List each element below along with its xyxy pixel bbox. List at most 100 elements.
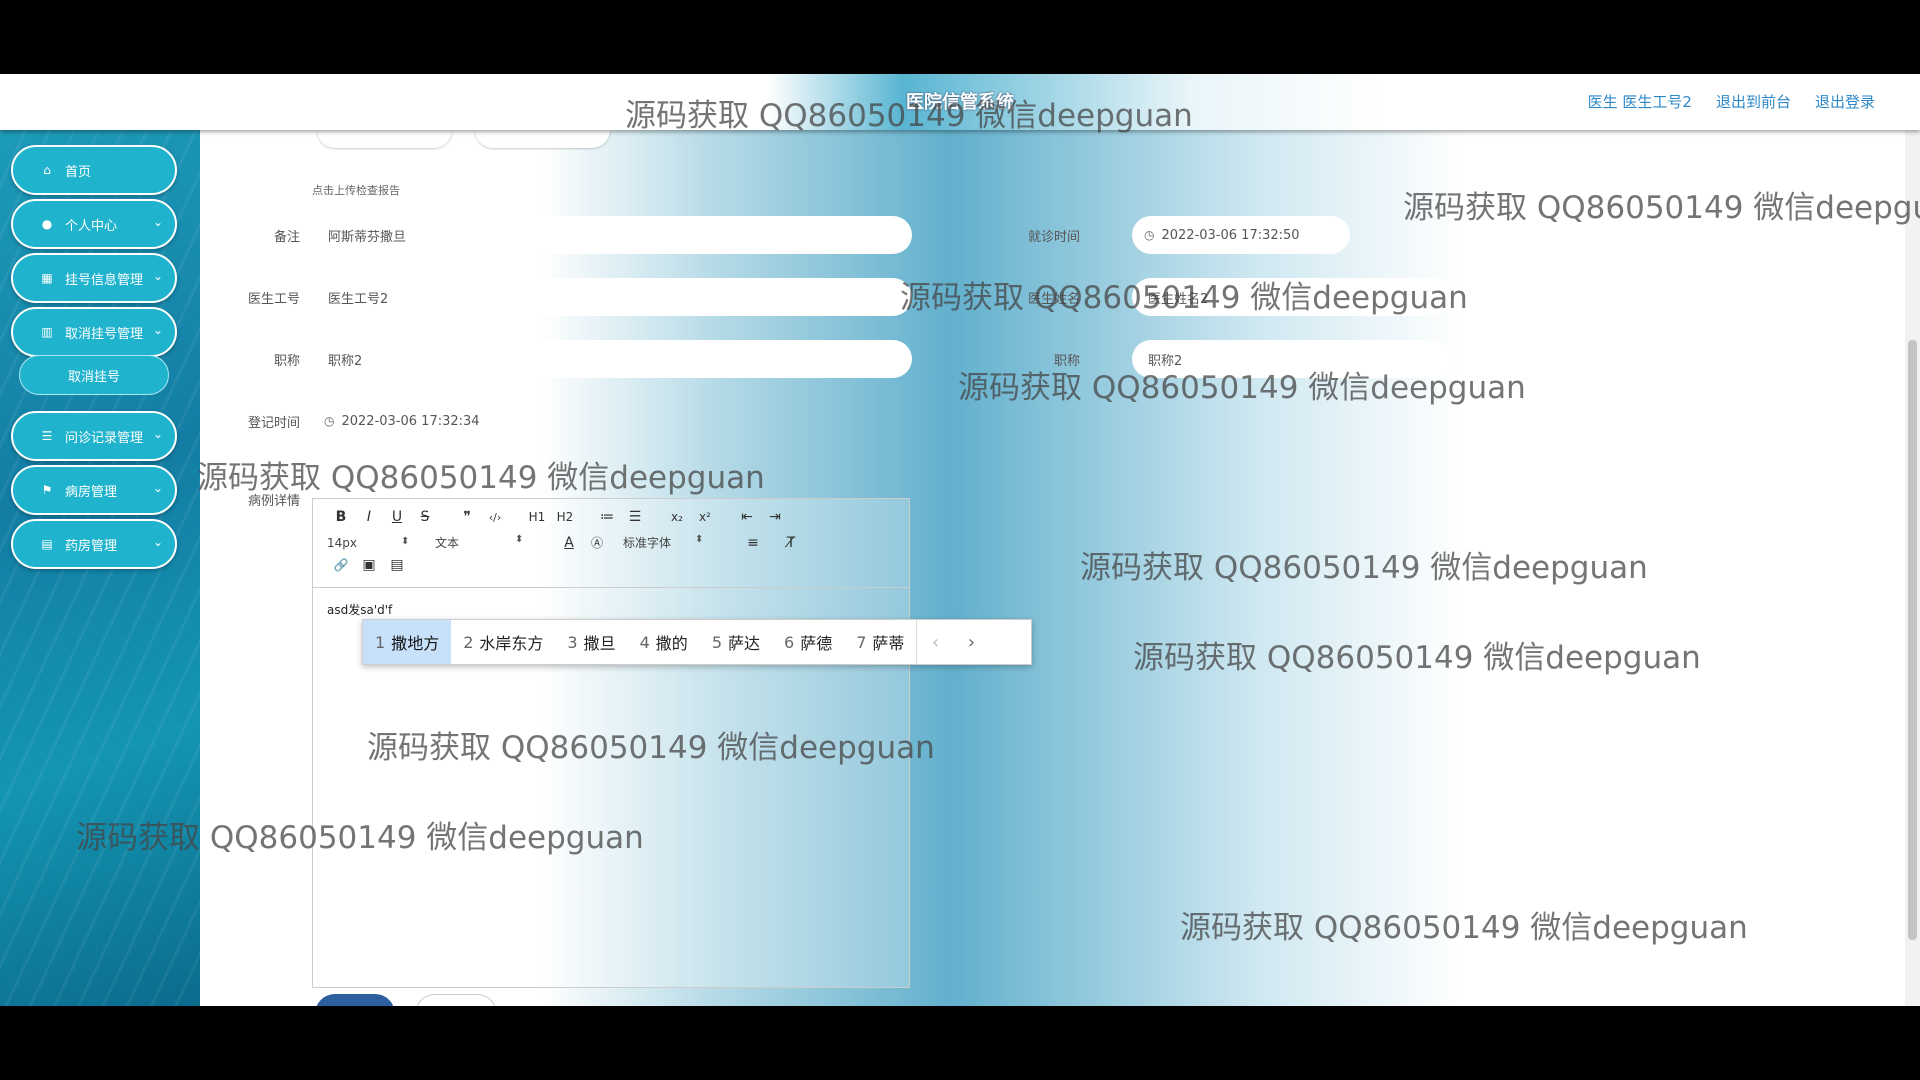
doctor-id-input[interactable]: 医生工号2 [312,278,912,316]
ime-candidate-bar: 1 撒地方 2 水岸东方 3 撒旦 4 撒的 5 萨达 6 萨德 7 萨蒂 ‹ › [362,619,1032,665]
preview-button-edge[interactable] [475,130,610,148]
chevron-down-icon: ⌄ [152,269,163,283]
sidebar-item-profile[interactable]: ● 个人中心 ⌄ [11,199,177,249]
heading1-icon[interactable]: H1 [523,510,551,524]
sidebar-item-label: 病房管理 [65,484,118,500]
title-input[interactable]: 职称2 [312,340,912,378]
page-scrollbar[interactable] [1905,130,1920,1006]
logout-link[interactable]: 退出登录 [1815,91,1875,112]
register-time-value: 2022-03-06 17:32:34 [341,413,480,429]
sidebar-item-home[interactable]: ⌂ 首页 [11,145,177,195]
chevron-down-icon: ⌄ [152,535,163,549]
ordered-list-icon[interactable]: ≔ [593,509,621,525]
visit-time-value: 2022-03-06 17:32:50 [1161,227,1300,243]
ime-candidate[interactable]: 6 萨德 [772,620,844,664]
toolbar-row-3: 🔗 ▣ ▤ [327,557,411,573]
main-content: 点击上传检查报告 备注 阿斯蒂芬撒旦 就诊时间 ◷ 2022-03-06 17:… [200,130,1905,1006]
sidebar-item-label: 问诊记录管理 [65,430,144,446]
rich-text-editor[interactable]: B I U S ❞ ‹/› H1 H2 ≔ ☰ x₂ x² ⇤ ⇥ 14px ⬍… [312,498,910,988]
upload-button-edge[interactable] [317,130,452,148]
underline-icon[interactable]: U [383,509,411,525]
chevron-down-icon: ⌄ [152,481,163,495]
video-icon[interactable]: ▤ [383,557,411,573]
strikethrough-icon[interactable]: S [411,509,439,525]
ime-candidate[interactable]: 1 撒地方 [363,620,452,664]
sidebar-item-ward[interactable]: ⚑ 病房管理 ⌄ [11,465,177,515]
remark-label: 备注 [273,230,300,245]
clear-format-icon[interactable]: T̸ [777,535,805,551]
doctor-id-label: 医生工号 [247,292,300,307]
block-format-select[interactable]: 文本 ⬍ [435,534,535,551]
sidebar-item-label: 取消挂号管理 [65,326,144,342]
cancel-button-edge[interactable] [415,994,497,1006]
title-label-right: 职称 [1053,354,1080,369]
toolbar-row-1: B I U S ❞ ‹/› H1 H2 ≔ ☰ x₂ x² ⇤ ⇥ [327,509,789,525]
sidebar-item-consultation[interactable]: ☰ 问诊记录管理 ⌄ [11,411,177,461]
ime-candidate[interactable]: 4 撒的 [628,620,700,664]
ime-prev-page-icon[interactable]: ‹ [916,620,953,664]
editor-content[interactable]: asd发sa'd'f [327,601,392,618]
background-color-icon[interactable]: Ⓐ [583,534,611,551]
ime-next-page-icon[interactable]: › [953,620,989,664]
top-header: 医院信管系统 医生 医生工号2 退出到前台 退出登录 [0,74,1920,130]
select-arrow-icon: ⬍ [401,535,410,547]
quote-icon[interactable]: ❞ [453,509,481,525]
font-family-value: 标准字体 [623,536,672,550]
sidebar-item-label: 药房管理 [65,538,118,554]
font-family-select[interactable]: 标准字体 ⬍ [623,534,719,551]
remark-input[interactable]: 阿斯蒂芬撒旦 [312,216,912,254]
register-time-input[interactable]: ◷ 2022-03-06 17:32:34 [312,402,530,440]
chevron-down-icon: ⌄ [152,323,163,337]
font-color-icon[interactable]: A [555,535,583,551]
ime-candidate[interactable]: 7 萨蒂 [844,620,916,664]
ime-candidate[interactable]: 3 撒旦 [555,620,627,664]
sidebar-item-pharmacy[interactable]: ▤ 药房管理 ⌄ [11,519,177,569]
clock-icon: ◷ [324,414,335,428]
font-size-select[interactable]: 14px ⬍ [327,535,410,550]
scrollbar-thumb[interactable] [1908,340,1917,940]
doctor-name-input[interactable]: 医生姓名2 [1132,278,1452,316]
sidebar-item-cancel-registration[interactable]: ▥ 取消挂号管理 ⌄ [11,307,177,357]
header-links: 医生 医生工号2 退出到前台 退出登录 [1588,91,1875,112]
bold-icon[interactable]: B [327,509,355,525]
clipboard-icon: ▤ [41,537,53,551]
select-arrow-icon: ⬍ [515,534,524,545]
upload-hint: 点击上传检查报告 [312,184,400,197]
chevron-down-icon: ⌄ [152,427,163,441]
superscript-icon[interactable]: x² [691,510,719,524]
visit-time-input[interactable]: ◷ 2022-03-06 17:32:50 [1132,216,1350,254]
back-to-front-link[interactable]: 退出到前台 [1716,91,1791,112]
title-input-right[interactable]: 职称2 [1132,340,1452,378]
user-icon: ● [41,217,53,231]
bullet-list-icon[interactable]: ☰ [621,509,649,525]
register-time-label: 登记时间 [247,416,300,431]
outdent-icon[interactable]: ⇤ [733,509,761,525]
select-arrow-icon: ⬍ [695,534,704,545]
grid-icon: ▦ [41,271,53,285]
code-icon[interactable]: ‹/› [481,511,509,524]
home-icon: ⌂ [43,163,51,177]
chevron-down-icon: ⌄ [152,215,163,229]
image-icon[interactable]: ▣ [355,557,383,573]
submit-button-edge[interactable] [315,994,395,1006]
ime-candidate[interactable]: 2 水岸东方 [451,620,555,664]
indent-icon[interactable]: ⇥ [761,509,789,525]
current-user-link[interactable]: 医生 医生工号2 [1588,91,1692,112]
doctor-name-label: 医生姓名 [1027,292,1080,307]
toolbar-row-2: 14px ⬍ 文本 ⬍ A Ⓐ 标准字体 ⬍ ≡ T̸ [327,534,805,551]
list-icon: ☰ [41,429,53,443]
screen: 医院信管系统 医生 医生工号2 退出到前台 退出登录 ⌂ 首页 ● 个人中心 ⌄… [0,74,1920,1006]
sidebar: ⌂ 首页 ● 个人中心 ⌄ ▦ 挂号信息管理 ⌄ ▥ 取消挂号管理 ⌄ 取消挂号… [0,130,200,1006]
heading2-icon[interactable]: H2 [551,510,579,524]
sidebar-item-label: 挂号信息管理 [65,272,144,288]
italic-icon[interactable]: I [355,509,383,525]
submenu-item-cancel[interactable]: 取消挂号 [19,355,169,395]
visit-time-label: 就诊时间 [1027,230,1080,245]
subscript-icon[interactable]: x₂ [663,510,691,524]
font-size-value: 14px [327,535,357,550]
align-icon[interactable]: ≡ [739,535,767,551]
ime-candidate[interactable]: 5 萨达 [700,620,772,664]
clock-icon: ◷ [1144,228,1155,242]
link-icon[interactable]: 🔗 [327,558,355,572]
sidebar-item-registration[interactable]: ▦ 挂号信息管理 ⌄ [11,253,177,303]
